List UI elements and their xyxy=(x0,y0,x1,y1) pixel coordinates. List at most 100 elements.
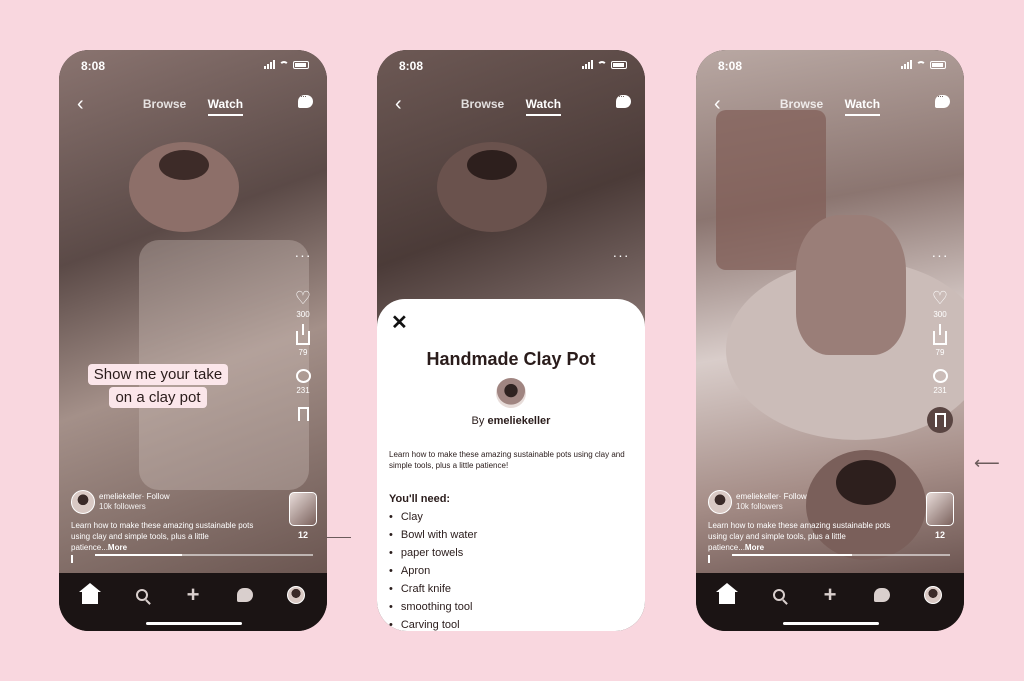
comment-count: 231 xyxy=(933,386,947,395)
pin-description: Learn how to make these amazing sustaina… xyxy=(389,450,625,470)
bowl-opening xyxy=(836,460,896,505)
plus-icon[interactable]: + xyxy=(819,584,841,606)
top-nav: ‹ Browse Watch xyxy=(377,91,645,116)
more-icon[interactable]: ··· xyxy=(608,248,634,262)
home-icon[interactable] xyxy=(716,583,738,606)
status-time: 8:08 xyxy=(399,59,424,73)
comment-button[interactable]: 231 xyxy=(290,369,316,395)
share-button[interactable]: 79 xyxy=(290,324,316,357)
tab-watch[interactable]: Watch xyxy=(525,97,562,116)
list-item: smoothing tool xyxy=(389,601,477,619)
wifi-icon xyxy=(597,60,607,69)
save-button[interactable] xyxy=(927,407,953,433)
avatar[interactable] xyxy=(496,378,526,408)
avatar[interactable] xyxy=(71,490,95,514)
tab-browse[interactable]: Browse xyxy=(461,97,504,114)
progress-track[interactable] xyxy=(95,554,313,556)
author-link[interactable]: emeliekeller xyxy=(487,415,550,427)
video-progress[interactable] xyxy=(708,550,953,581)
caption-line: on a clay pot xyxy=(109,387,207,408)
pause-icon[interactable] xyxy=(71,550,78,581)
tab-browse[interactable]: Browse xyxy=(780,97,823,114)
more-icon[interactable]: ··· xyxy=(290,248,316,262)
save-icon xyxy=(934,413,946,427)
tab-browse[interactable]: Browse xyxy=(143,97,186,114)
plus-icon[interactable]: + xyxy=(182,584,204,606)
related-pin-thumbnail xyxy=(926,492,954,526)
action-rail: ··· ♡ 300 79 231 xyxy=(290,248,316,433)
share-button[interactable]: 79 xyxy=(927,324,953,357)
list-item: paper towels xyxy=(389,547,477,565)
byline: By emeliekeller xyxy=(377,415,645,427)
like-button[interactable]: ♡ 300 xyxy=(290,288,316,319)
follower-count: 10k followers xyxy=(736,502,783,511)
supplies-heading: You'll need: xyxy=(389,493,451,505)
list-item: Clay xyxy=(389,511,477,529)
phone-video-screen: 8:08 ‹ Browse Watch Show me your take on… xyxy=(59,50,327,631)
phone-pin-details-screen: 8:08 ‹ Browse Watch ··· ✕ Handmade Clay … xyxy=(377,50,645,631)
video-description: Learn how to make these amazing sustaina… xyxy=(71,520,267,553)
status-time: 8:08 xyxy=(81,59,106,73)
tab-watch[interactable]: Watch xyxy=(207,97,244,116)
related-pin[interactable]: 12 xyxy=(926,492,954,540)
video-progress[interactable] xyxy=(71,550,316,581)
phone-video-screen-saved: 8:08 ‹ Browse Watch ··· ♡ 300 79 231 xyxy=(696,50,964,631)
pause-icon[interactable] xyxy=(708,550,715,581)
like-count: 300 xyxy=(933,310,947,319)
profile-icon[interactable] xyxy=(285,584,307,606)
battery-icon xyxy=(611,60,627,69)
share-count: 79 xyxy=(935,348,945,357)
status-icons xyxy=(901,60,946,69)
related-pin[interactable]: 12 xyxy=(289,492,317,540)
status-bar: 8:08 xyxy=(399,59,627,73)
progress-track[interactable] xyxy=(732,554,950,556)
chat-icon[interactable] xyxy=(616,91,631,108)
heart-icon: ♡ xyxy=(931,288,949,308)
home-icon[interactable] xyxy=(79,583,101,606)
creator-name[interactable]: emeliekeller· Follow xyxy=(736,492,807,501)
pot-opening xyxy=(467,150,517,180)
wifi-icon xyxy=(279,60,289,69)
like-count: 300 xyxy=(296,310,310,319)
share-icon xyxy=(933,324,947,345)
action-rail: ··· xyxy=(608,248,634,288)
like-button[interactable]: ♡ 300 xyxy=(927,288,953,319)
pot-opening xyxy=(159,150,209,180)
home-indicator xyxy=(146,622,242,625)
pin-title: Handmade Clay Pot xyxy=(426,349,596,369)
messages-icon[interactable] xyxy=(871,584,893,606)
related-pin-count: 12 xyxy=(934,530,945,540)
save-highlight xyxy=(927,407,953,433)
comment-button[interactable]: 231 xyxy=(927,369,953,395)
vase-image xyxy=(796,215,906,355)
messages-icon[interactable] xyxy=(234,584,256,606)
list-item: Craft knife xyxy=(389,583,477,601)
search-icon[interactable] xyxy=(131,584,153,606)
pointer-arrow-icon: ⟵ xyxy=(974,453,1000,473)
tab-watch[interactable]: Watch xyxy=(844,97,881,116)
search-icon[interactable] xyxy=(768,584,790,606)
profile-icon[interactable] xyxy=(922,584,944,606)
action-rail: ··· ♡ 300 79 231 xyxy=(927,248,953,445)
progress-fill xyxy=(732,554,852,556)
chat-icon[interactable] xyxy=(935,91,950,108)
signal-icon xyxy=(901,60,912,69)
description-text: Learn how to make these amazing sustaina… xyxy=(71,521,254,552)
list-item: Carving tool xyxy=(389,619,477,631)
close-icon[interactable]: ✕ xyxy=(391,313,408,333)
share-icon xyxy=(296,324,310,345)
home-indicator xyxy=(783,622,879,625)
status-icons xyxy=(264,60,309,69)
chat-icon[interactable] xyxy=(298,91,313,108)
save-button[interactable] xyxy=(290,407,316,421)
heart-icon: ♡ xyxy=(294,288,312,308)
wifi-icon xyxy=(916,60,926,69)
progress-fill xyxy=(95,554,183,556)
creator-name[interactable]: emeliekeller· Follow xyxy=(99,492,170,501)
tab-bar: Browse Watch xyxy=(696,97,964,116)
top-nav: ‹ Browse Watch xyxy=(59,91,327,116)
avatar[interactable] xyxy=(708,490,732,514)
more-icon[interactable]: ··· xyxy=(927,248,953,262)
list-item: Bowl with water xyxy=(389,529,477,547)
status-bar: 8:08 xyxy=(718,59,946,73)
